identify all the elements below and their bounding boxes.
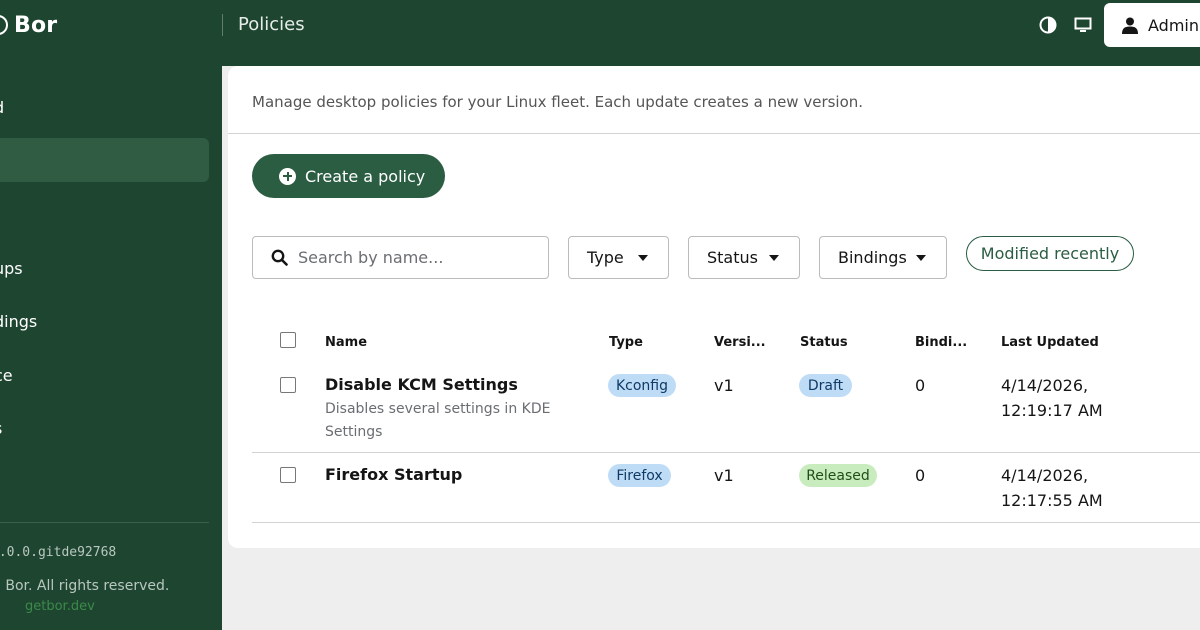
last-updated: 4/14/2026, 12:17:55 AM [1001, 466, 1103, 510]
sidebar-item-5[interactable]: ce [0, 353, 209, 397]
page-description: Manage desktop policies for your Linux f… [252, 93, 864, 111]
bindings-filter-label: Bindings [838, 248, 907, 267]
create-policy-label: Create a policy [305, 166, 426, 186]
user-icon [1122, 17, 1138, 34]
bindings-count: 0 [915, 466, 926, 485]
user-name: Admini [1148, 15, 1200, 35]
website-link[interactable]: getbor.dev [25, 599, 95, 614]
search-icon [271, 249, 288, 266]
policy-version: v1 [714, 376, 734, 395]
sidebar-item-label: s [0, 419, 2, 438]
create-policy-button[interactable]: Create a policy [252, 154, 445, 198]
sidebar-item-label: d [0, 98, 4, 117]
column-header-version[interactable]: Versi... [714, 335, 766, 350]
sidebar-item-1[interactable]: d [0, 85, 209, 129]
brand[interactable]: Bor [0, 11, 57, 39]
bindings-count: 0 [915, 376, 926, 395]
top-bar: Bor Policies Admini [0, 0, 1200, 66]
policy-name-link[interactable]: Disable KCM Settings [325, 375, 518, 394]
bindings-filter-dropdown[interactable]: Bindings [819, 236, 947, 279]
sidebar-item-6[interactable]: s [0, 406, 209, 450]
row-divider [252, 522, 1200, 523]
sidebar: d ups dings ce s 0.0.0.gitde92768 6 Bor.… [0, 66, 222, 630]
status-badge: Draft [799, 374, 852, 397]
contrast-icon[interactable] [1038, 15, 1058, 35]
policies-panel: Manage desktop policies for your Linux f… [228, 66, 1200, 548]
caret-down-icon [769, 255, 779, 261]
status-filter-dropdown[interactable]: Status [688, 236, 800, 279]
monitor-icon[interactable] [1073, 15, 1093, 35]
policy-version: v1 [714, 466, 734, 485]
sidebar-divider [0, 522, 209, 523]
type-filter-dropdown[interactable]: Type [568, 236, 669, 279]
sidebar-item-bindings[interactable]: dings [0, 299, 209, 343]
status-filter-label: Status [707, 248, 758, 267]
search-input[interactable] [298, 248, 538, 267]
plus-circle-icon [279, 167, 296, 185]
column-header-last-updated[interactable]: Last Updated [1001, 335, 1099, 350]
app-version: 0.0.0.gitde92768 [0, 545, 117, 560]
column-header-bindings[interactable]: Bindi... [915, 335, 967, 350]
column-header-type[interactable]: Type [609, 335, 643, 350]
row-divider [252, 452, 1200, 453]
sort-modified-recently-button[interactable]: Modified recently [966, 236, 1134, 271]
user-menu-button[interactable]: Admini [1104, 3, 1200, 47]
status-badge: Released [799, 464, 877, 487]
sidebar-item-groups[interactable]: ups [0, 246, 209, 290]
column-header-name[interactable]: Name [325, 335, 367, 350]
policy-name-link[interactable]: Firefox Startup [325, 465, 462, 484]
sidebar-item-label: ups [0, 258, 23, 278]
type-badge: Kconfig [608, 374, 676, 397]
type-badge: Firefox [608, 464, 671, 487]
page-breadcrumb: Policies [238, 14, 305, 35]
row-checkbox[interactable] [280, 377, 296, 393]
sidebar-item-policies-active[interactable] [0, 138, 209, 182]
policy-description: Disables several settings in KDE Setting… [325, 401, 551, 440]
brand-logo-icon [0, 15, 8, 35]
sidebar-item-label: ce [0, 365, 13, 385]
search-box[interactable] [252, 236, 549, 279]
row-checkbox[interactable] [280, 467, 296, 483]
panel-divider [228, 133, 1200, 134]
select-all-checkbox[interactable] [280, 332, 296, 348]
brand-name: Bor [14, 12, 58, 38]
type-filter-label: Type [587, 248, 624, 267]
sidebar-item-label: dings [0, 311, 38, 331]
header-divider [222, 14, 223, 36]
caret-down-icon [638, 255, 648, 261]
copyright-text: 6 Bor. All rights reserved. [0, 578, 170, 594]
caret-down-icon [916, 255, 926, 261]
column-header-status[interactable]: Status [800, 335, 848, 350]
last-updated: 4/14/2026, 12:19:17 AM [1001, 376, 1103, 420]
